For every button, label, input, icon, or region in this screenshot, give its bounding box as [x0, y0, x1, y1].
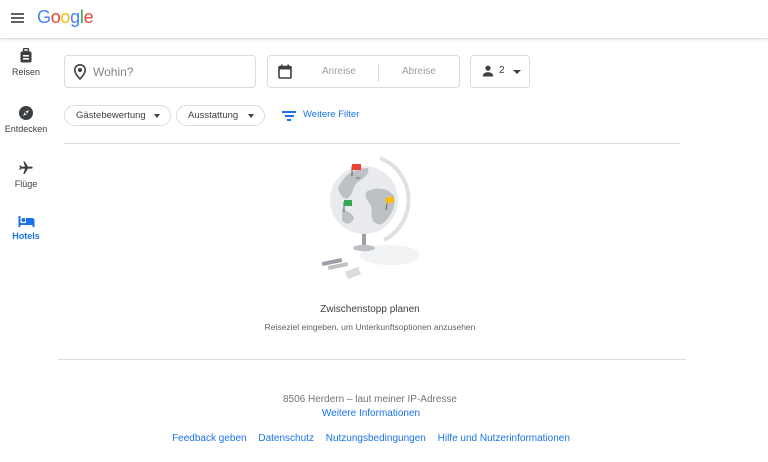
sidebar-item-entdecken[interactable]: Entdecken: [0, 105, 52, 155]
footer-link-privacy[interactable]: Datenschutz: [258, 433, 314, 444]
checkin-field[interactable]: Anreise: [322, 66, 356, 77]
bed-icon: [18, 216, 34, 227]
more-info-link-wrapper: Weitere Informationen: [0, 408, 742, 419]
suitcase-icon: [20, 48, 32, 63]
destination-placeholder: Wohin?: [93, 65, 134, 79]
empty-state-title: Zwischenstopp planen: [320, 304, 420, 315]
chevron-down-icon: [154, 114, 160, 118]
more-info-link[interactable]: Weitere Informationen: [322, 408, 420, 419]
person-icon: [482, 65, 494, 77]
destination-input[interactable]: Wohin?: [64, 55, 256, 88]
google-logo[interactable]: Google: [37, 7, 94, 28]
chevron-down-icon: [513, 70, 521, 74]
footer-link-feedback[interactable]: Feedback geben: [172, 433, 247, 444]
airplane-icon: [19, 161, 33, 174]
footer-link-help[interactable]: Hilfe und Nutzerinformationen: [438, 433, 570, 444]
sidebar-item-hotels[interactable]: Hotels: [0, 215, 52, 265]
calendar-icon: [278, 64, 292, 79]
footer-link-terms[interactable]: Nutzungsbedingungen: [326, 433, 426, 444]
location-pin-icon: [74, 64, 86, 80]
guest-rating-label: Gästebewertung: [76, 110, 146, 121]
location-text: 8506 Herdern – laut meiner IP-Adresse: [283, 394, 457, 405]
amenities-label: Ausstattung: [188, 110, 239, 121]
sidebar-item-label: Flüge: [14, 179, 38, 189]
guest-rating-filter[interactable]: Gästebewertung: [64, 105, 171, 126]
compass-icon: [19, 106, 33, 120]
more-filters-label: Weitere Filter: [303, 109, 360, 120]
filter-icon: [282, 110, 296, 122]
top-app-bar: Google: [0, 0, 768, 38]
date-range-picker[interactable]: Anreise Abreise: [267, 55, 460, 88]
sidebar-item-label: Hotels: [12, 231, 40, 241]
amenities-filter[interactable]: Ausstattung: [176, 105, 265, 126]
guests-count: 2: [499, 65, 505, 76]
globe-illustration: [321, 156, 420, 280]
hamburger-menu-icon[interactable]: [9, 9, 27, 27]
sidebar-item-fluege[interactable]: Flüge: [0, 160, 52, 210]
divider: [58, 359, 686, 360]
date-separator: [378, 63, 379, 82]
empty-state-subtitle: Reiseziel eingeben, um Unterkunftsoption…: [264, 322, 476, 332]
divider: [64, 143, 680, 144]
sidebar-item-label: Reisen: [11, 67, 40, 77]
footer: Feedback geben Datenschutz Nutzungsbedin…: [0, 433, 742, 444]
checkout-field[interactable]: Abreise: [402, 66, 436, 77]
guests-selector[interactable]: 2: [470, 55, 530, 88]
sidebar-item-reisen[interactable]: Reisen: [0, 48, 52, 98]
sidebar-item-label: Entdecken: [4, 124, 48, 134]
chevron-down-icon: [248, 114, 254, 118]
